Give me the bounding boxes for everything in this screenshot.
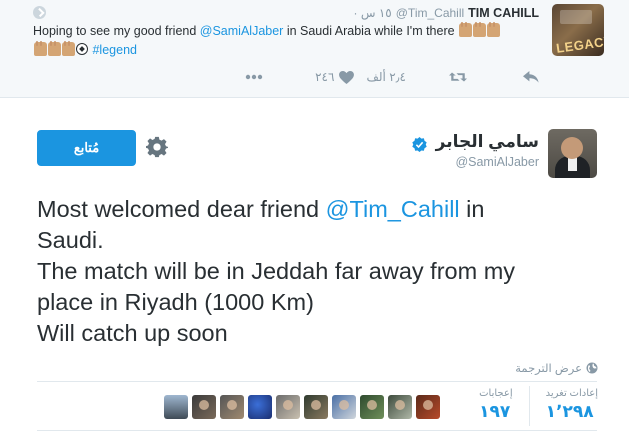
more-dots-icon <box>245 74 263 80</box>
raised-hands-emoji <box>486 22 500 37</box>
retweets-stat[interactable]: إعادات تغريد ١٬٢٩٨ <box>546 388 598 426</box>
likes-stat[interactable]: إعجابات ١٩٧ <box>479 388 513 426</box>
main-tweet: سامي الجابر @SamiAlJaber مُتابع Most wel… <box>0 99 629 431</box>
parent-text-part-2: in Saudi Arabia while I'm there <box>283 24 459 38</box>
globe-icon <box>586 362 598 374</box>
retweets-label: إعادات تغريد <box>545 388 598 399</box>
dismiss-icon[interactable] <box>33 6 46 19</box>
parent-author-name[interactable]: TIM CAHILL <box>468 6 539 20</box>
main-tweet-text: Most welcomed dear friend @Tim_Cahill in… <box>37 194 597 349</box>
like-button[interactable]: ٢٤٦ ٢٫٤ ألف <box>315 70 406 84</box>
parent-tweet-text: Hoping to see my good friend @SamiAlJabe… <box>33 22 543 60</box>
avatar-decoration <box>560 10 592 24</box>
raised-hands-emoji <box>61 41 75 56</box>
retweet-button[interactable] <box>449 71 467 83</box>
liker-avatar[interactable] <box>388 395 412 419</box>
tweet-line-5: Will catch up soon <box>37 320 228 346</box>
liker-avatar[interactable] <box>164 395 188 419</box>
avatar-face <box>561 137 583 159</box>
parent-author-handle[interactable]: @Tim_Cahill <box>396 6 464 20</box>
main-author-handle[interactable]: @SamiAlJaber <box>455 155 539 169</box>
tweet-line-1: Most welcomed dear friend @Tim_Cahill in <box>37 194 597 225</box>
raised-hands-emoji <box>458 22 472 37</box>
tweet-stats: إعادات تغريد ١٬٢٩٨ إعجابات ١٩٧ <box>479 386 598 426</box>
parent-author-avatar[interactable]: LEGACY <box>552 4 604 56</box>
retweet-icon <box>449 72 467 82</box>
likes-count: ١٩٧ <box>479 402 511 421</box>
parent-hashtag-link[interactable]: #legend <box>92 43 137 57</box>
liker-avatar[interactable] <box>220 395 244 419</box>
tweet-text-segment: in <box>459 196 485 222</box>
liker-avatar[interactable] <box>276 395 300 419</box>
likes-label: إعجابات <box>479 388 513 399</box>
following-button[interactable]: مُتابع <box>37 130 136 166</box>
tweet-line-2: Saudi. <box>37 227 104 253</box>
parent-mention-link[interactable]: @SamiAlJaber <box>200 24 284 38</box>
avatar-legacy-text: LEGACY <box>555 33 604 56</box>
tweet-text-segment: Most welcomed dear friend <box>37 196 326 222</box>
avatar-shirt <box>568 157 577 171</box>
retweets-count: ١٬٢٩٨ <box>545 402 594 421</box>
liker-avatar[interactable] <box>248 395 272 419</box>
raised-hands-emoji <box>47 41 61 56</box>
reply-icon <box>523 71 539 83</box>
parent-tweet-header: ١٥ س · @Tim_Cahill TIM CAHILL <box>350 5 539 21</box>
parent-text-part-1: Hoping to see my good friend <box>33 24 200 38</box>
parent-tweet[interactable]: LEGACY ١٥ س · @Tim_Cahill TIM CAHILL Hop… <box>0 0 629 98</box>
liker-avatar[interactable] <box>304 395 328 419</box>
liker-avatar[interactable] <box>416 395 440 419</box>
liker-avatars <box>164 395 440 419</box>
divider <box>37 381 597 382</box>
raised-hands-emoji <box>33 41 47 56</box>
reply-button[interactable] <box>523 71 539 83</box>
translate-link[interactable]: عرض الترجمة <box>515 361 598 375</box>
verified-badge-icon <box>412 137 427 152</box>
gear-icon[interactable] <box>146 136 168 158</box>
parent-like-count: ٢٤٦ <box>315 70 335 84</box>
tweet-line-4: place in Riyadh (1000 Km) <box>37 289 314 315</box>
heart-icon <box>339 70 355 84</box>
main-author-name[interactable]: سامي الجابر <box>436 132 539 152</box>
raised-hands-emoji <box>472 22 486 37</box>
main-author-avatar[interactable] <box>548 129 597 178</box>
soccer-ball-emoji <box>76 43 88 55</box>
liker-avatar[interactable] <box>332 395 356 419</box>
translate-label: عرض الترجمة <box>515 363 582 375</box>
parent-retweet-count: ٢٫٤ ألف <box>366 70 406 84</box>
tweet-line-3: The match will be in Jeddah far away fro… <box>37 258 516 284</box>
mention-link-tim-cahill[interactable]: @Tim_Cahill <box>326 196 460 222</box>
liker-avatar[interactable] <box>360 395 384 419</box>
parent-timestamp[interactable]: ١٥ س · <box>354 6 392 20</box>
more-button[interactable] <box>245 74 263 80</box>
parent-action-bar: ٢٤٦ ٢٫٤ ألف <box>245 67 539 87</box>
liker-avatar[interactable] <box>192 395 216 419</box>
stats-separator <box>528 386 530 426</box>
